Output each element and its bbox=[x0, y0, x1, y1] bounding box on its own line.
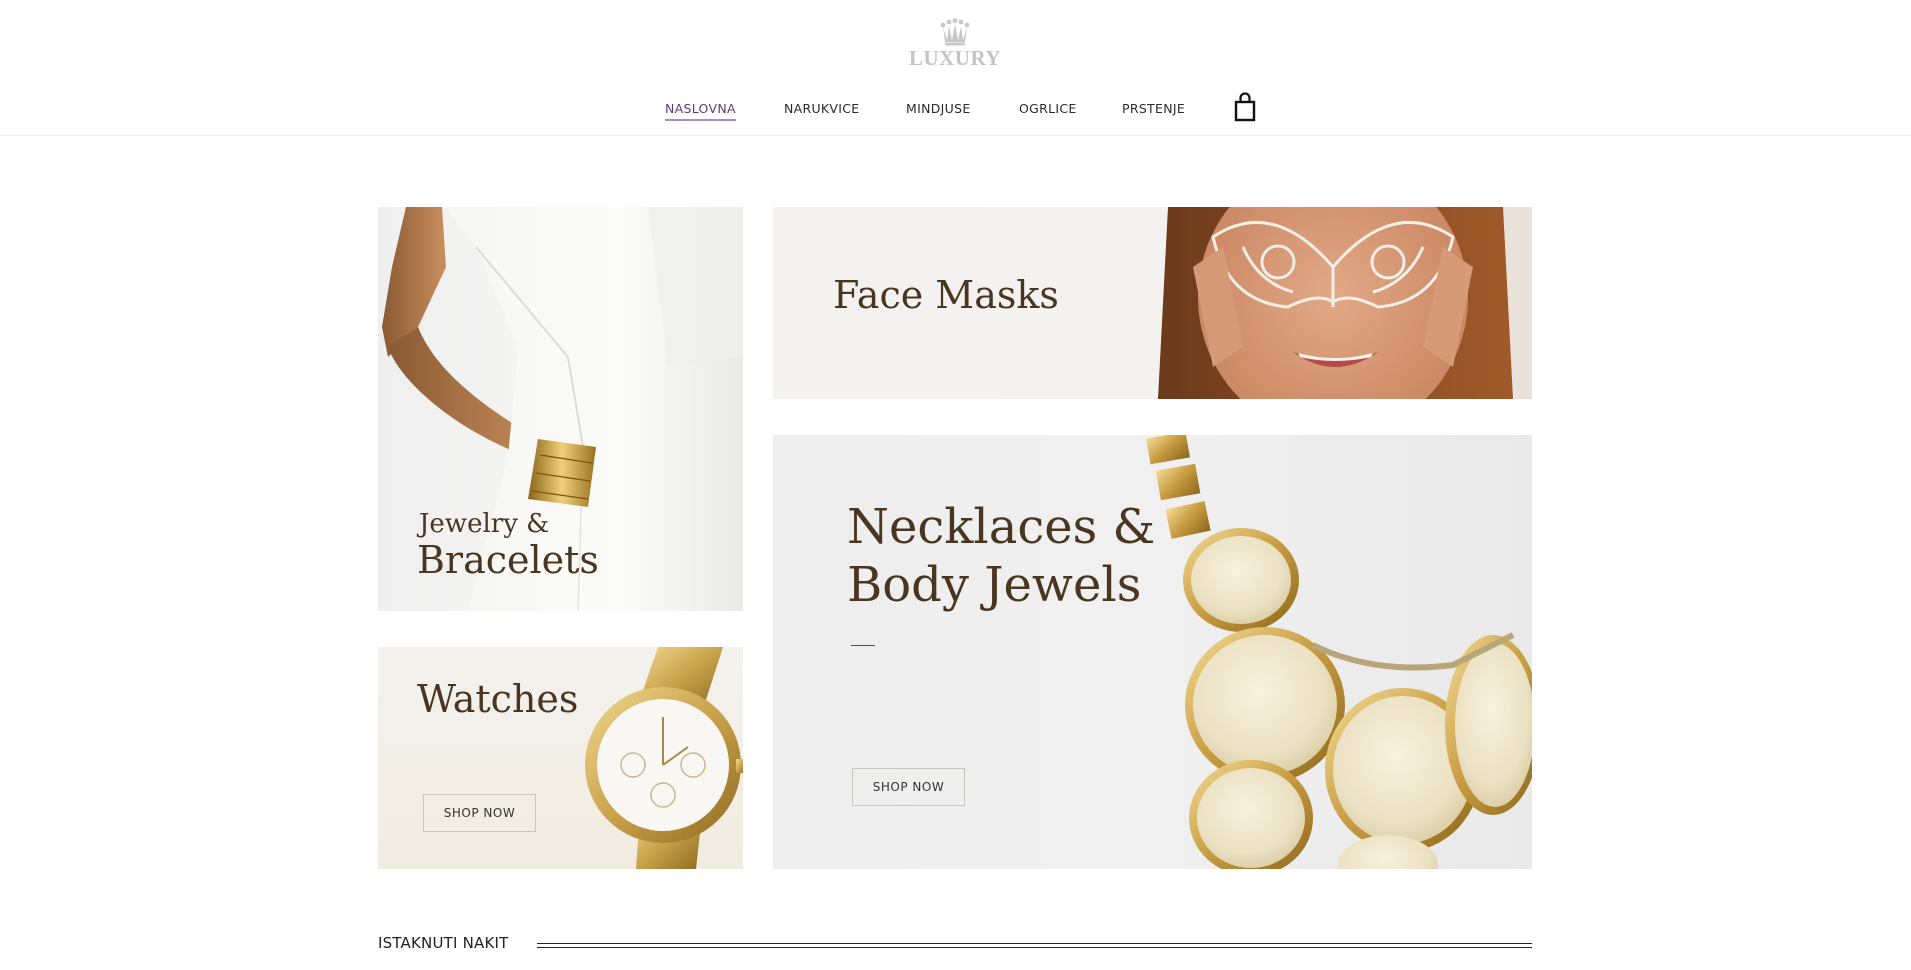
nav-item-narukvice[interactable]: NARUKVICE bbox=[784, 101, 860, 116]
tile-necklaces-body-jewels[interactable]: Necklaces & Body Jewels SHOP NOW bbox=[773, 435, 1532, 869]
cart-button[interactable] bbox=[1234, 92, 1256, 122]
tile-jewelry-bracelets[interactable]: Jewelry & Bracelets bbox=[378, 207, 743, 611]
tile-watches[interactable]: Watches SHOP NOW bbox=[378, 647, 743, 869]
shop-now-button[interactable]: SHOP NOW bbox=[852, 768, 965, 806]
shop-now-button[interactable]: SHOP NOW bbox=[423, 794, 536, 832]
section-divider bbox=[537, 943, 1532, 948]
tile-title-line1: Jewelry & bbox=[419, 509, 550, 539]
tile-title-line2: Bracelets bbox=[417, 538, 599, 582]
tile-title-line1: Necklaces & bbox=[847, 499, 1156, 555]
shopping-bag-icon bbox=[1234, 92, 1256, 122]
title-divider bbox=[851, 645, 875, 646]
tile-title: Watches bbox=[417, 677, 579, 721]
tile-title: Face Masks bbox=[833, 273, 1059, 317]
featured-section-heading: ISTAKNUTI NAKIT bbox=[378, 932, 1532, 956]
logo-text: LUXURY bbox=[908, 46, 1002, 70]
main-nav: NASLOVNA NARUKVICE MINDJUSE OGRLICE PRST… bbox=[0, 98, 1911, 122]
nav-item-ogrlice[interactable]: OGRLICE bbox=[1019, 101, 1077, 116]
site-logo[interactable]: LUXURY bbox=[905, 18, 1005, 80]
nav-item-naslovna[interactable]: NASLOVNA bbox=[665, 101, 736, 121]
nav-item-prstenje[interactable]: PRSTENJE bbox=[1122, 101, 1185, 116]
nav-item-mindjuse[interactable]: MINDJUSE bbox=[906, 101, 971, 116]
tile-face-masks[interactable]: Face Masks bbox=[773, 207, 1532, 399]
section-title: ISTAKNUTI NAKIT bbox=[378, 934, 509, 952]
crown-icon bbox=[940, 18, 970, 46]
tile-title-line2: Body Jewels bbox=[847, 557, 1142, 613]
site-header: LUXURY NASLOVNA NARUKVICE MINDJUSE OGRLI… bbox=[0, 0, 1911, 136]
